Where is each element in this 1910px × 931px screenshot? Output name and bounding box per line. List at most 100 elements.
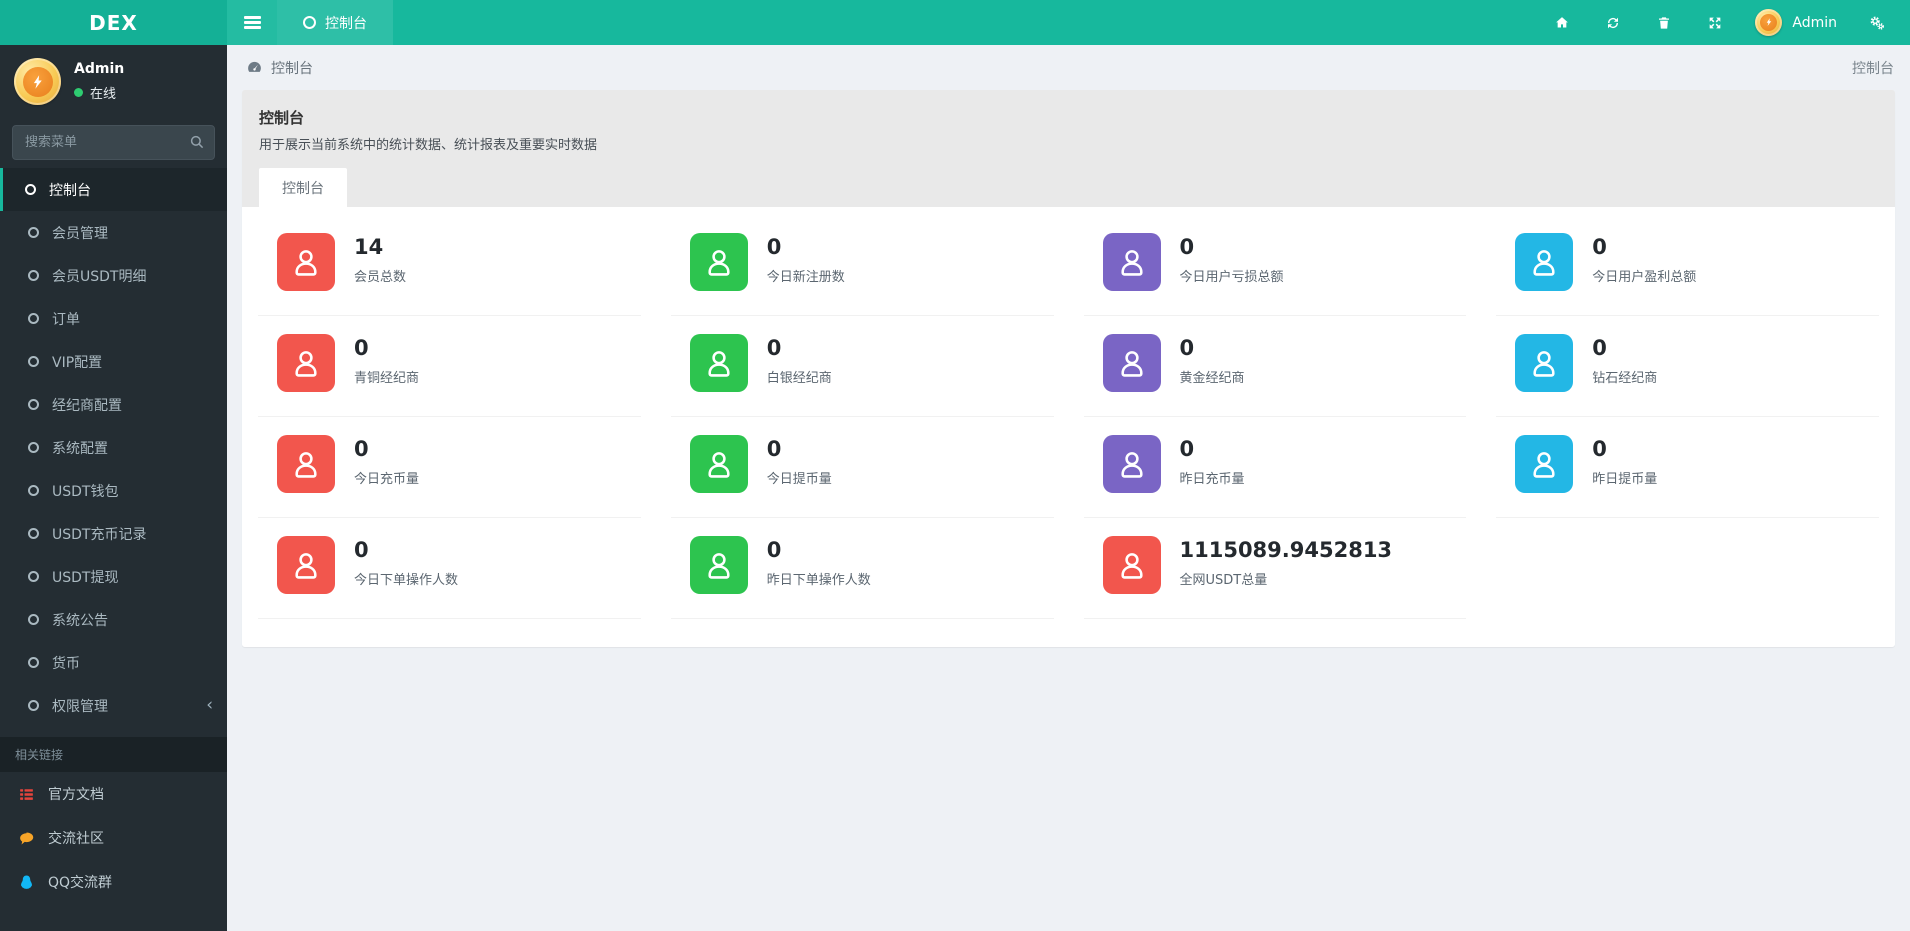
stat-label: 全网USDT总量 — [1179, 573, 1268, 589]
stat-label: 今日充币量 — [354, 472, 420, 488]
panel-subtitle: 用于展示当前系统中的统计数据、统计报表及重要实时数据 — [259, 138, 598, 153]
user-icon — [1515, 334, 1574, 392]
sidebar-item-usdt-wallet[interactable]: USDT钱包 — [0, 469, 227, 512]
sidebar-item-permissions[interactable]: 权限管理 ‹ — [0, 684, 227, 727]
refresh-button[interactable] — [1594, 0, 1632, 45]
sidebar-toggle-button[interactable] — [227, 0, 277, 45]
stat-label: 今日用户亏损总额 — [1179, 270, 1284, 286]
circle-o-icon — [303, 16, 316, 29]
brand-logo[interactable]: DEX — [0, 0, 227, 45]
gears-icon — [1870, 16, 1884, 30]
sidebar-item-label: 会员管理 — [52, 225, 108, 242]
stat-label: 钻石经纪商 — [1592, 371, 1658, 387]
sidebar-item-vip-config[interactable]: VIP配置 — [0, 340, 227, 383]
sidebar-item-label: 系统公告 — [52, 612, 108, 629]
sidebar-item-orders[interactable]: 订单 — [0, 297, 227, 340]
sidebar-item-label: 权限管理 — [52, 698, 108, 715]
tab-dashboard[interactable]: 控制台 — [259, 168, 347, 207]
user-avatar — [1755, 9, 1783, 36]
stats-grid: 14 会员总数 0 今日新注册数 0 今日用户亏损总额 0 今日用户盈利总额 0… — [258, 215, 1879, 619]
stat-value: 0 — [766, 235, 782, 259]
topbar-tab-dashboard[interactable]: 控制台 — [277, 0, 393, 45]
bolt-icon — [1766, 18, 1771, 27]
stat-card: 14 会员总数 — [258, 215, 641, 316]
home-icon — [1556, 16, 1569, 28]
sidebar: Admin 在线 控制台 会员管理 会员USDT明细 订单 — [0, 45, 227, 931]
user-icon — [277, 435, 335, 493]
sidebar-link-community[interactable]: 交流社区 — [0, 816, 227, 860]
stat-card: 0 今日新注册数 — [670, 215, 1054, 316]
stat-value: 14 — [354, 235, 384, 259]
stat-label: 昨日提币量 — [1592, 472, 1658, 488]
sidebar-item-broker-config[interactable]: 经纪商配置 — [0, 383, 227, 426]
sidebar-item-dashboard[interactable]: 控制台 — [0, 168, 227, 211]
user-icon — [1515, 435, 1574, 493]
dashboard-panel: 控制台 用于展示当前系统中的统计数据、统计报表及重要实时数据 控制台 14 会员… — [242, 90, 1895, 647]
stat-card: 0 黄金经纪商 — [1083, 316, 1467, 417]
breadcrumb-dashboard-link[interactable]: 控制台 — [246, 58, 313, 78]
sidebar-item-system-config[interactable]: 系统配置 — [0, 426, 227, 469]
clear-cache-button[interactable] — [1645, 0, 1683, 45]
stat-card: 0 昨日提币量 — [1496, 417, 1879, 518]
settings-button[interactable] — [1858, 0, 1896, 45]
sidebar-link-label: 交流社区 — [48, 831, 104, 847]
user-icon — [1102, 334, 1161, 392]
expand-icon — [1710, 17, 1721, 28]
sidebar-item-members[interactable]: 会员管理 — [0, 211, 227, 254]
user-icon — [1102, 233, 1161, 291]
sidebar-link-official-docs[interactable]: 官方文档 — [0, 772, 227, 816]
stat-value: 1115089.9452813 — [1179, 538, 1393, 562]
topbar-user-name: Admin — [1792, 14, 1837, 31]
sidebar-item-label: USDT提现 — [52, 569, 119, 586]
stat-value: 0 — [1179, 235, 1195, 259]
sidebar-item-system-announcements[interactable]: 系统公告 — [0, 598, 227, 641]
sidebar-links: 官方文档交流社区 QQ交流群 — [0, 772, 227, 904]
circle-o-icon — [28, 571, 39, 582]
user-icon — [689, 435, 748, 493]
sidebar-link-qq-group[interactable]: QQ交流群 — [0, 860, 227, 904]
sidebar-item-label: 系统配置 — [52, 440, 108, 457]
stat-label: 黄金经纪商 — [1179, 371, 1245, 387]
search-icon — [190, 135, 204, 149]
stat-value: 0 — [354, 437, 369, 461]
sidebar-item-usdt-deposit-records[interactable]: USDT充币记录 — [0, 512, 227, 555]
stat-card: 0 今日提币量 — [670, 417, 1054, 518]
circle-o-icon — [28, 313, 39, 324]
user-menu[interactable]: Admin — [1747, 9, 1845, 36]
home-button[interactable] — [1543, 0, 1581, 45]
fullscreen-button[interactable] — [1696, 0, 1734, 45]
sidebar-menu: 控制台 会员管理 会员USDT明细 订单 VIP配置 经纪商配置 系统配置 US… — [0, 168, 227, 727]
menu-search-input[interactable] — [12, 125, 215, 160]
online-dot-icon — [74, 88, 83, 97]
sidebar-item-member-usdt-detail[interactable]: 会员USDT明细 — [0, 254, 227, 297]
user-icon — [1102, 435, 1161, 493]
panel-body: 14 会员总数 0 今日新注册数 0 今日用户亏损总额 0 今日用户盈利总额 0… — [242, 207, 1895, 647]
sidebar-avatar — [14, 58, 61, 105]
stat-card: 0 今日用户亏损总额 — [1083, 215, 1467, 316]
sidebar-item-label: 经纪商配置 — [52, 397, 122, 414]
sidebar-item-label: USDT充币记录 — [52, 526, 147, 543]
stat-value: 0 — [1179, 437, 1195, 461]
stat-label: 白银经纪商 — [766, 371, 832, 387]
breadcrumb-current: 控制台 — [1852, 60, 1894, 77]
stat-value: 0 — [766, 538, 782, 562]
stat-value: 0 — [354, 336, 369, 360]
sidebar-item-label: 控制台 — [49, 182, 91, 199]
sidebar-item-usdt-withdraw[interactable]: USDT提现 — [0, 555, 227, 598]
sidebar-item-currency[interactable]: 货币 — [0, 641, 227, 684]
sidebar-link-label: 官方文档 — [48, 787, 104, 803]
user-icon — [1102, 536, 1161, 594]
sidebar-item-label: USDT钱包 — [52, 483, 119, 500]
stat-card: 0 昨日下单操作人数 — [670, 518, 1054, 619]
panel-header: 控制台 用于展示当前系统中的统计数据、统计报表及重要实时数据 控制台 — [242, 90, 1895, 207]
chevron-left-icon: ‹ — [206, 695, 213, 715]
tachometer-icon — [248, 61, 261, 72]
circle-o-icon — [28, 485, 39, 496]
stat-card: 0 今日用户盈利总额 — [1496, 215, 1879, 316]
sidebar-user-status: 在线 — [90, 87, 117, 102]
stat-value: 0 — [1179, 336, 1195, 360]
breadcrumb: 控制台 控制台 — [227, 45, 1910, 90]
panel-title: 控制台 — [259, 109, 305, 127]
panel-tabs: 控制台 — [259, 168, 1878, 207]
stat-value: 0 — [1592, 336, 1607, 360]
